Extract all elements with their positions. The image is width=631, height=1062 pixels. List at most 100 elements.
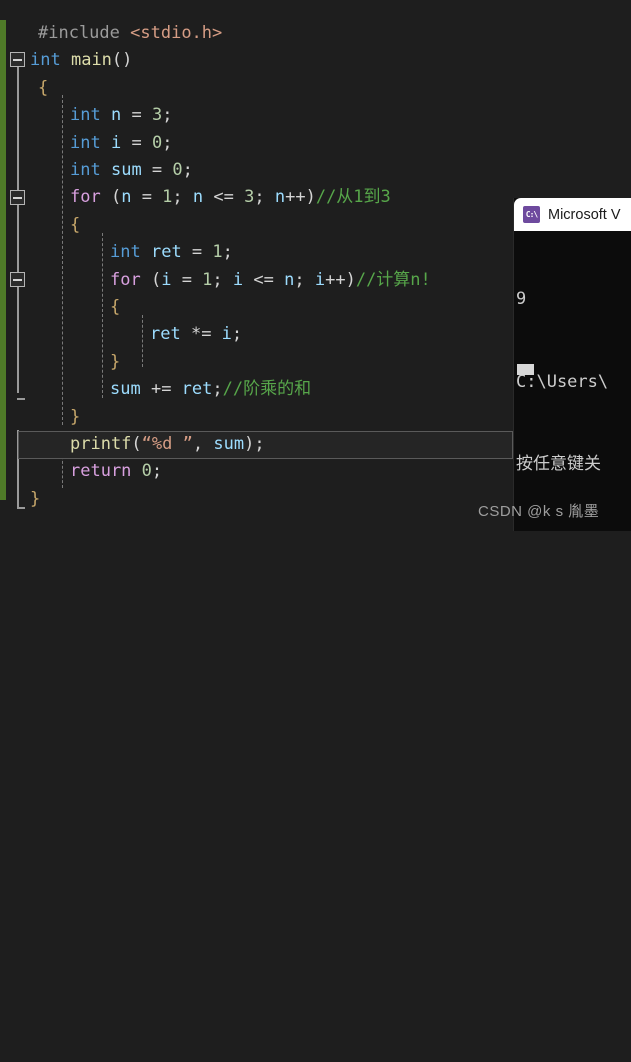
- keyword-int: int: [70, 132, 101, 153]
- include-header: <stdio.h>: [130, 23, 223, 43]
- keyword-for: for: [70, 187, 101, 208]
- open-paren: (: [131, 434, 142, 454]
- comment: //计算n!: [355, 269, 431, 290]
- assign-op: =: [141, 160, 173, 180]
- identifier-ret: ret: [150, 324, 181, 345]
- semicolon: ;: [212, 379, 223, 400]
- identifier-n: n: [121, 187, 132, 208]
- semicolon: ;: [162, 132, 173, 153]
- code-line-10[interactable]: for (i = 1; i <= n; i++)//计算n!: [110, 267, 431, 294]
- open-brace: {: [38, 77, 49, 98]
- console-title: Microsoft V: [548, 206, 621, 223]
- add-assign-op: +=: [140, 379, 182, 400]
- number-literal: 3: [244, 187, 255, 208]
- code-line-16[interactable]: printf(“%d ”, sum);: [70, 431, 265, 458]
- fold-toggle-main[interactable]: [10, 52, 25, 67]
- identifier-i: i: [221, 324, 232, 345]
- code-line-11[interactable]: {: [110, 294, 120, 321]
- close-brace: }: [110, 351, 121, 372]
- compare-op: <=: [203, 187, 245, 208]
- increment-op: ++: [285, 187, 306, 208]
- compare-op: <=: [243, 269, 285, 290]
- open-paren: (: [140, 269, 162, 290]
- semicolon: ;: [212, 269, 233, 290]
- code-line-1[interactable]: #include <stdio.h>: [38, 20, 222, 47]
- assign-op: =: [131, 187, 163, 208]
- keyword-int: int: [70, 105, 101, 126]
- assign-op: =: [121, 105, 152, 126]
- keyword-int: int: [110, 242, 141, 263]
- fold-bracket-outer-end: [17, 398, 25, 400]
- open-brace: {: [70, 214, 81, 235]
- console-titlebar[interactable]: C:\ Microsoft V: [514, 198, 631, 231]
- code-line-12[interactable]: ret *= i;: [150, 321, 242, 348]
- identifier-ret: ret: [150, 242, 182, 263]
- identifier-ret: ret: [181, 379, 213, 400]
- identifier-n: n: [274, 187, 286, 208]
- code-line-2[interactable]: int main(): [30, 47, 132, 74]
- open-paren: (: [100, 187, 122, 208]
- code-line-4[interactable]: int n = 3;: [70, 102, 172, 129]
- identifier-n: n: [284, 269, 295, 290]
- console-output-line: 9: [516, 289, 527, 309]
- assign-op: =: [181, 242, 213, 263]
- code-line-13[interactable]: }: [110, 349, 120, 376]
- fold-toggle-outer-for[interactable]: [10, 190, 25, 205]
- code-line-14[interactable]: sum += ret;//阶乘的和: [110, 376, 311, 403]
- keyword-for: for: [110, 269, 141, 290]
- semicolon: ;: [162, 105, 173, 126]
- comment: //从1到3: [315, 187, 391, 208]
- code-line-5[interactable]: int i = 0;: [70, 130, 172, 157]
- console-window[interactable]: C:\ Microsoft V 9 C:\Users\ 按任意键关: [513, 198, 631, 531]
- identifier-n: n: [110, 105, 122, 126]
- close-brace: }: [30, 488, 41, 509]
- watermark: CSDN @k s 胤墨: [478, 503, 600, 520]
- code-line-9[interactable]: int ret = 1;: [110, 239, 233, 266]
- number-literal: 0: [172, 160, 183, 180]
- number-literal: 1: [202, 269, 213, 290]
- console-output: 9 C:\Users\ 按任意键关: [514, 231, 631, 531]
- semicolon: ;: [254, 434, 265, 454]
- keyword-return: return: [70, 461, 132, 482]
- comment: //阶乘的和: [222, 379, 312, 400]
- console-cursor: [517, 364, 534, 375]
- identifier-i: i: [161, 269, 172, 290]
- keyword-int: int: [30, 50, 61, 71]
- semicolon: ;: [182, 160, 193, 180]
- code-line-18[interactable]: }: [30, 486, 40, 513]
- parens: (): [111, 50, 133, 71]
- open-brace: {: [110, 297, 121, 317]
- code-line-7[interactable]: for (n = 1; n <= 3; n++)//从1到3: [70, 184, 391, 211]
- code-line-15[interactable]: }: [70, 404, 80, 431]
- identifier-i: i: [314, 269, 326, 290]
- console-output-line: 按任意键关: [516, 454, 601, 474]
- string-literal: “%d ”: [141, 434, 193, 454]
- keyword-int: int: [70, 160, 101, 180]
- close-brace: }: [70, 406, 81, 427]
- assign-op: =: [171, 269, 203, 290]
- code-line-17[interactable]: return 0;: [70, 458, 162, 485]
- fold-toggle-inner-for[interactable]: [10, 272, 25, 287]
- semicolon: ;: [222, 242, 233, 263]
- assign-op: =: [121, 132, 152, 153]
- number-literal: 3: [151, 105, 163, 126]
- code-line-6[interactable]: int sum = 0;: [70, 157, 193, 184]
- number-literal: 0: [151, 132, 163, 153]
- identifier-i: i: [232, 269, 244, 290]
- semicolon: ;: [254, 187, 275, 208]
- semicolon: ;: [294, 269, 315, 290]
- function-printf: printf: [70, 434, 132, 454]
- code-line-3[interactable]: {: [38, 75, 48, 102]
- console-icon: C:\: [523, 206, 540, 223]
- number-literal: 1: [162, 187, 173, 208]
- identifier-n: n: [192, 187, 204, 208]
- identifier-sum: sum: [213, 434, 245, 454]
- close-paren: ): [305, 187, 316, 208]
- semicolon: ;: [172, 187, 193, 208]
- semicolon: ;: [151, 461, 163, 482]
- comma: ,: [192, 434, 214, 454]
- close-paren: ): [244, 434, 255, 454]
- increment-op: ++: [325, 269, 346, 290]
- code-line-8[interactable]: {: [70, 212, 80, 239]
- identifier-i: i: [110, 132, 122, 153]
